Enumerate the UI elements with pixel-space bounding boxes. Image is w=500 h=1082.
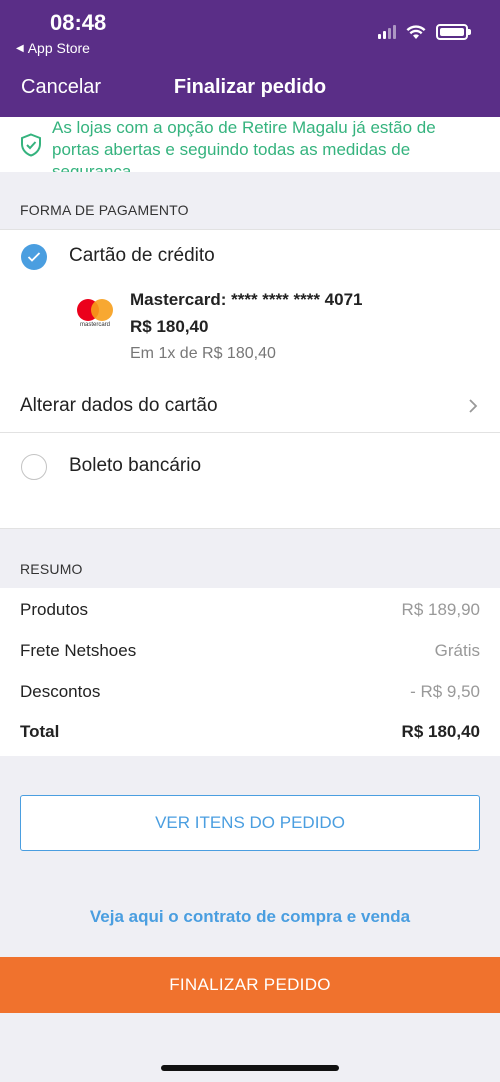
alter-card-label: Alterar dados do cartão [20,395,218,416]
status-icons [378,24,471,40]
summary-label: Descontos [20,682,101,701]
summary-row-products: Produtos R$ 189,90 [20,600,480,624]
summary-label: Produtos [20,600,89,619]
alter-card-row[interactable]: Alterar dados do cartão [0,380,500,433]
card-name: Mastercard: **** **** **** 4071 [130,290,363,309]
chevron-right-icon [469,399,478,413]
signal-icon [378,25,396,39]
status-time: 08:48 [50,10,107,35]
app-header: 08:48 ◀ App Store Cancelar Finalizar ped… [0,0,500,117]
back-app-label: App Store [27,40,90,56]
back-to-app-store[interactable]: ◀ App Store [16,40,90,56]
store-safety-banner: As lojas com a opção de Retire Magalu já… [0,117,500,172]
summary-value: - R$ 9,50 [410,682,480,701]
summary-row-discounts: Descontos - R$ 9,50 [20,682,480,706]
card-installments: Em 1x de R$ 180,40 [130,345,276,362]
summary-row-shipping: Frete Netshoes Grátis [20,641,480,665]
summary-value: R$ 180,40 [401,722,480,741]
credit-card-option-label[interactable]: Cartão de crédito [69,245,215,267]
checkmark-icon [27,252,41,262]
back-triangle-icon: ◀ [16,42,24,54]
credit-card-radio[interactable] [21,244,47,270]
mastercard-logo: mastercard [75,296,115,332]
payment-card [0,229,500,529]
payment-section-label: FORMA DE PAGAMENTO [20,202,189,218]
summary-section-label: RESUMO [20,561,83,577]
boleto-option-label[interactable]: Boleto bancário [69,455,201,477]
finish-order-button[interactable]: FINALIZAR PEDIDO [0,957,500,1013]
purchase-contract-link[interactable]: Veja aqui o contrato de compra e venda [0,907,500,927]
banner-text: As lojas com a opção de Retire Magalu já… [52,118,436,172]
battery-icon [436,24,471,40]
summary-value: R$ 189,90 [401,600,480,619]
summary-label: Frete Netshoes [20,641,137,660]
summary-card: Produtos R$ 189,90 Frete Netshoes Grátis… [0,588,500,756]
boleto-radio[interactable] [21,454,47,480]
view-order-items-button[interactable]: VER ITENS DO PEDIDO [20,795,480,851]
home-indicator[interactable] [161,1065,339,1071]
shield-check-icon [21,133,41,157]
page-title: Finalizar pedido [173,76,327,98]
mastercard-logo-text: mastercard [79,322,110,328]
wifi-icon [406,24,426,39]
summary-row-total: Total R$ 180,40 [20,722,480,746]
summary-value: Grátis [434,641,480,660]
card-amount: R$ 180,40 [130,317,209,336]
summary-label: Total [20,722,60,741]
